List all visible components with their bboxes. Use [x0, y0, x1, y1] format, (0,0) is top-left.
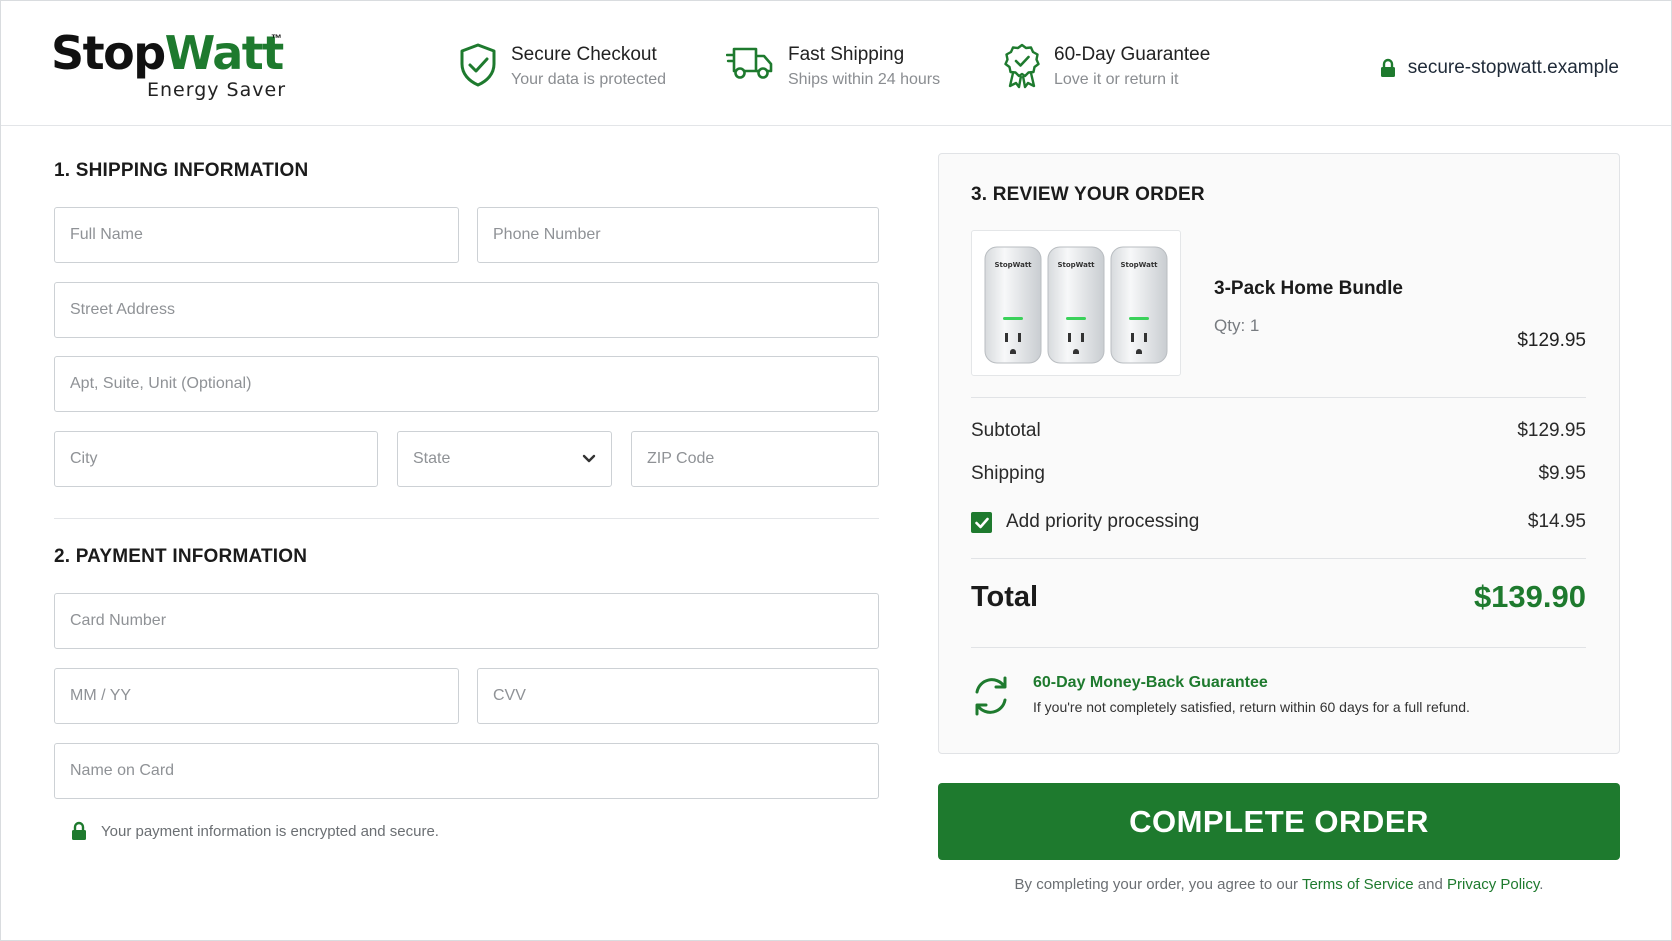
legal-suffix: . [1539, 876, 1544, 893]
terms-of-service-link[interactable]: Terms of Service [1302, 876, 1414, 893]
street-address-input[interactable] [54, 282, 879, 338]
feature-guarantee: 60-Day Guarantee Love it or return it [1004, 41, 1224, 93]
logo-tagline: Energy Saver [147, 79, 287, 101]
priority-processing-checkbox[interactable] [971, 512, 992, 533]
checkout-page: StopWatt ™ Energy Saver Secure Checkout … [0, 0, 1672, 941]
device-label: StopWatt [1120, 261, 1158, 269]
device-3: StopWatt [1110, 246, 1168, 364]
device-label: StopWatt [994, 261, 1032, 269]
feature-subtitle: Your data is protected [511, 71, 667, 88]
apt-suite-input[interactable] [54, 356, 879, 412]
truck-icon [726, 47, 773, 79]
review-order-heading: 3. REVIEW YOUR ORDER [971, 184, 1205, 205]
guarantee-title: 60-Day Money-Back Guarantee [1033, 674, 1268, 691]
logo-watt-text: Watt [164, 26, 285, 80]
total-label: Total [971, 581, 1039, 613]
stopwatt-logo[interactable]: StopWatt ™ Energy Saver [51, 27, 291, 107]
product-price: $129.95 [1517, 330, 1586, 351]
priority-processing-label[interactable]: Add priority processing [1006, 511, 1199, 533]
product-name: 3-Pack Home Bundle [1214, 278, 1403, 299]
refresh-cycle-icon [975, 676, 1007, 716]
phone-number-input[interactable] [477, 207, 879, 263]
feature-fast-shipping: Fast Shipping Ships within 24 hours [726, 41, 946, 93]
chevron-down-icon [582, 454, 596, 463]
lock-icon [1380, 58, 1395, 77]
device-2: StopWatt [1047, 246, 1105, 364]
city-input[interactable] [54, 431, 378, 487]
expiry-input[interactable] [54, 668, 459, 724]
payment-heading: 2. PAYMENT INFORMATION [54, 546, 308, 567]
state-select[interactable]: State [397, 431, 612, 487]
cvv-input[interactable] [477, 668, 879, 724]
shipping-value: $9.95 [1538, 463, 1586, 484]
checkmark-icon [974, 517, 989, 528]
secure-url-text: secure-stopwatt.example [1407, 57, 1619, 78]
privacy-policy-link[interactable]: Privacy Policy [1447, 876, 1539, 893]
feature-title: Secure Checkout [511, 44, 657, 65]
subtotal-label: Subtotal [971, 420, 1041, 441]
card-number-input[interactable] [54, 593, 879, 649]
order-divider [971, 397, 1586, 398]
legal-and: and [1413, 876, 1448, 893]
order-summary-panel: 3. REVIEW YOUR ORDER StopWatt StopWatt S… [938, 153, 1620, 754]
priority-processing-value: $14.95 [1527, 511, 1586, 532]
state-select-value: State [413, 450, 451, 467]
guarantee-text: If you're not completely satisfied, retu… [1033, 699, 1470, 715]
name-on-card-input[interactable] [54, 743, 879, 799]
award-badge-icon [1004, 43, 1040, 89]
full-name-input[interactable] [54, 207, 459, 263]
legal-notice: By completing your order, you agree to o… [938, 876, 1620, 893]
plug-devices-image: StopWatt StopWatt StopWatt [984, 246, 1168, 364]
product-quantity: Qty: 1 [1214, 316, 1260, 335]
order-divider [971, 647, 1586, 648]
shield-check-icon [460, 43, 496, 87]
secure-site-indicator: secure-stopwatt.example [1380, 55, 1619, 81]
feature-subtitle: Love it or return it [1054, 71, 1179, 88]
logo-trademark: ™ [271, 33, 282, 45]
zip-code-input[interactable] [631, 431, 879, 487]
logo-stop-text: Stop [51, 26, 166, 80]
complete-order-button[interactable]: COMPLETE ORDER [938, 783, 1620, 860]
site-header: StopWatt ™ Energy Saver Secure Checkout … [1, 1, 1671, 126]
feature-title: Fast Shipping [788, 44, 905, 65]
feature-title: 60-Day Guarantee [1054, 44, 1211, 65]
device-label: StopWatt [1057, 261, 1095, 269]
shipping-heading: 1. SHIPPING INFORMATION [54, 160, 309, 181]
subtotal-value: $129.95 [1517, 420, 1586, 441]
feature-secure-checkout: Secure Checkout Your data is protected [459, 41, 679, 93]
section-divider [54, 518, 879, 519]
product-image: StopWatt StopWatt StopWatt [971, 230, 1181, 376]
total-value: $139.90 [1473, 579, 1586, 614]
order-divider [971, 558, 1586, 559]
lock-icon [72, 821, 86, 840]
payment-secure-note: Your payment information is encrypted an… [71, 821, 439, 841]
logo-wordmark: StopWatt [51, 27, 291, 79]
payment-secure-text: Your payment information is encrypted an… [101, 822, 439, 840]
device-1: StopWatt [984, 246, 1042, 364]
shipping-label: Shipping [971, 463, 1045, 484]
feature-subtitle: Ships within 24 hours [788, 71, 941, 88]
legal-prefix: By completing your order, you agree to o… [1014, 876, 1302, 893]
